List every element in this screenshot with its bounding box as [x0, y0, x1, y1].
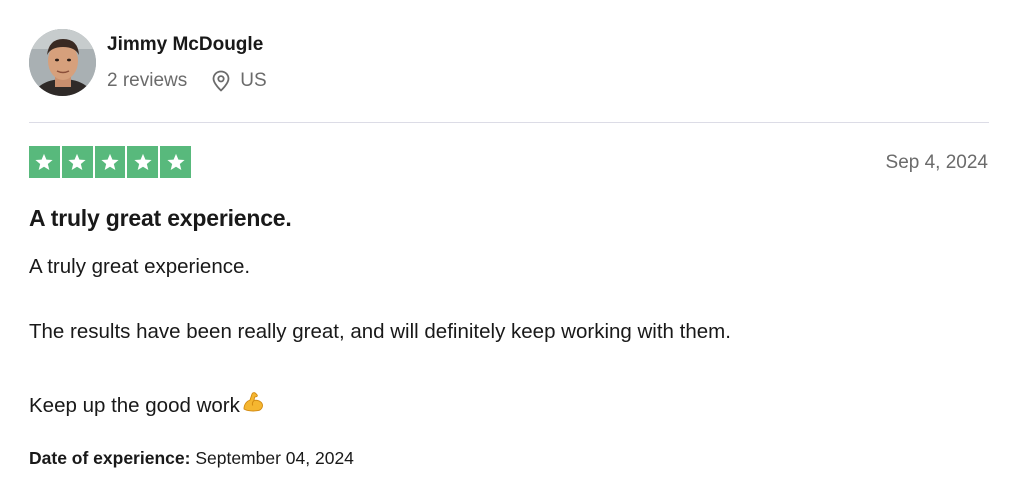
- star-icon: [160, 146, 191, 178]
- reviewer-meta: 2 reviews US: [107, 68, 267, 94]
- avatar[interactable]: [29, 29, 96, 96]
- review-paragraph: Keep up the good work: [29, 390, 265, 420]
- flexed-biceps-icon: [241, 390, 265, 420]
- review-title[interactable]: A truly great experience.: [29, 205, 292, 232]
- star-icon: [94, 146, 126, 178]
- header-divider: [29, 122, 989, 123]
- review-paragraph: The results have been really great, and …: [29, 320, 731, 343]
- review-date: Sep 4, 2024: [885, 152, 988, 173]
- star-icon: [61, 146, 93, 178]
- location-pin-icon: [211, 70, 231, 92]
- star-rating: [29, 146, 191, 178]
- experience-date-label: Date of experience:: [29, 448, 191, 468]
- reviewer-country: US: [240, 70, 267, 91]
- reviewer-name[interactable]: Jimmy McDougle: [107, 34, 263, 56]
- review-paragraph-text: Keep up the good work: [29, 394, 240, 417]
- star-icon: [29, 146, 60, 178]
- experience-date-value: September 04, 2024: [195, 448, 354, 468]
- star-icon: [127, 146, 159, 178]
- review-paragraph: A truly great experience.: [29, 255, 251, 278]
- date-of-experience: Date of experience: September 04, 2024: [29, 448, 354, 469]
- user-avatar-photo-icon: [29, 29, 96, 96]
- review-card: Jimmy McDougle 2 reviews US Sep 4, 2024 …: [0, 0, 1024, 492]
- review-count[interactable]: 2 reviews: [107, 70, 187, 92]
